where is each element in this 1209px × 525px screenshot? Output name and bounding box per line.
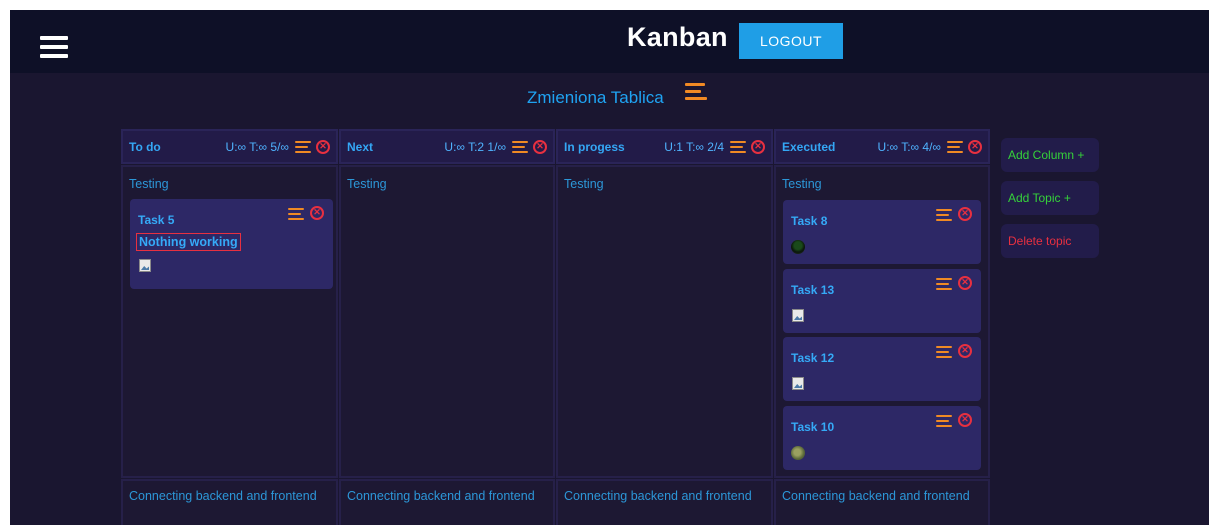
logout-button[interactable]: LOGOUT [739, 23, 843, 59]
avatar [791, 240, 805, 254]
app-title: Kanban [627, 22, 728, 52]
avatar [791, 446, 805, 460]
column-close-icon[interactable]: ✕ [316, 139, 330, 154]
task-card[interactable]: Task 12 ✕ [783, 337, 981, 401]
board-title[interactable]: Zmieniona Tablica [527, 88, 664, 108]
column-limits: U:∞ T:2 1/∞ [444, 139, 506, 154]
topic-label: Connecting backend and frontend [782, 489, 970, 503]
task-card[interactable]: Task 10 ✕ [783, 406, 981, 470]
task-close-icon[interactable]: ✕ [310, 206, 324, 220]
broken-image-icon [139, 259, 151, 272]
task-card[interactable]: Task 13 ✕ [783, 269, 981, 333]
task-description[interactable]: Nothing working [136, 233, 241, 251]
column-header-executed: Executed U:∞ T:∞ 4/∞ ✕ [774, 129, 990, 164]
task-title[interactable]: Task 12 [791, 351, 834, 365]
column-limits: U:1 T:∞ 2/4 [664, 139, 724, 154]
swimlane-cell[interactable]: Connecting backend and frontend [774, 479, 990, 525]
column-name[interactable]: Next [347, 140, 373, 154]
swimlane-cell[interactable]: Connecting backend and frontend [556, 479, 773, 525]
column-close-icon[interactable]: ✕ [751, 139, 765, 154]
broken-image-icon [792, 377, 804, 390]
task-menu-icon[interactable] [936, 209, 952, 221]
column-close-icon[interactable]: ✕ [533, 139, 547, 154]
column-close-icon[interactable]: ✕ [968, 139, 982, 154]
task-menu-icon[interactable] [936, 278, 952, 290]
column-name[interactable]: Executed [782, 140, 835, 154]
hamburger-icon[interactable] [40, 36, 68, 58]
column-header-in-progress: In progess U:1 T:∞ 2/4 ✕ [556, 129, 773, 164]
swimlane-cell[interactable]: Testing [556, 165, 773, 478]
delete-topic-button[interactable]: Delete topic [1001, 224, 1099, 258]
column-limits: U:∞ T:∞ 5/∞ [225, 139, 289, 154]
top-bar: Kanban LOGOUT [10, 10, 1209, 73]
add-topic-button[interactable]: Add Topic + [1001, 181, 1099, 215]
task-close-icon[interactable]: ✕ [958, 413, 972, 427]
swimlane-cell[interactable]: Testing [339, 165, 555, 478]
column-name[interactable]: To do [129, 140, 161, 154]
topic-label: Connecting backend and frontend [347, 489, 535, 503]
task-close-icon[interactable]: ✕ [958, 276, 972, 290]
task-title[interactable]: Task 10 [791, 420, 834, 434]
board-menu-icon[interactable] [685, 83, 707, 100]
column-header-todo: To do U:∞ T:∞ 5/∞ ✕ [121, 129, 338, 164]
broken-image-icon [792, 309, 804, 322]
column-name[interactable]: In progess [564, 140, 625, 154]
swimlane-cell[interactable]: Testing Task 8 ✕ Task 13 ✕ Task 12 ✕ Tas… [774, 165, 990, 478]
column-menu-icon[interactable] [947, 140, 963, 153]
column-menu-icon[interactable] [730, 140, 746, 153]
task-card[interactable]: Task 5 ✕ Nothing working [130, 199, 333, 289]
column-limits: U:∞ T:∞ 4/∞ [877, 139, 941, 154]
task-menu-icon[interactable] [936, 346, 952, 358]
topic-label: Connecting backend and frontend [564, 489, 752, 503]
swimlane-cell[interactable]: Testing Task 5 ✕ Nothing working [121, 165, 338, 478]
swimlane-cell[interactable]: Connecting backend and frontend [339, 479, 555, 525]
swimlane-cell[interactable]: Connecting backend and frontend [121, 479, 338, 525]
add-column-button[interactable]: Add Column + [1001, 138, 1099, 172]
task-title[interactable]: Task 13 [791, 283, 834, 297]
task-title[interactable]: Task 8 [791, 214, 827, 228]
topic-label: Testing [347, 177, 387, 191]
topic-label: Testing [564, 177, 604, 191]
app-root: Kanban LOGOUT Zmieniona Tablica To do U:… [10, 10, 1209, 525]
task-menu-icon[interactable] [288, 208, 304, 220]
column-menu-icon[interactable] [512, 140, 528, 153]
task-menu-icon[interactable] [936, 415, 952, 427]
task-close-icon[interactable]: ✕ [958, 344, 972, 358]
topic-label: Connecting backend and frontend [129, 489, 317, 503]
column-header-next: Next U:∞ T:2 1/∞ ✕ [339, 129, 555, 164]
topic-label: Testing [782, 177, 822, 191]
task-close-icon[interactable]: ✕ [958, 207, 972, 221]
topic-label: Testing [129, 177, 169, 191]
column-menu-icon[interactable] [295, 140, 311, 153]
task-card[interactable]: Task 8 ✕ [783, 200, 981, 264]
task-title[interactable]: Task 5 [138, 213, 174, 227]
